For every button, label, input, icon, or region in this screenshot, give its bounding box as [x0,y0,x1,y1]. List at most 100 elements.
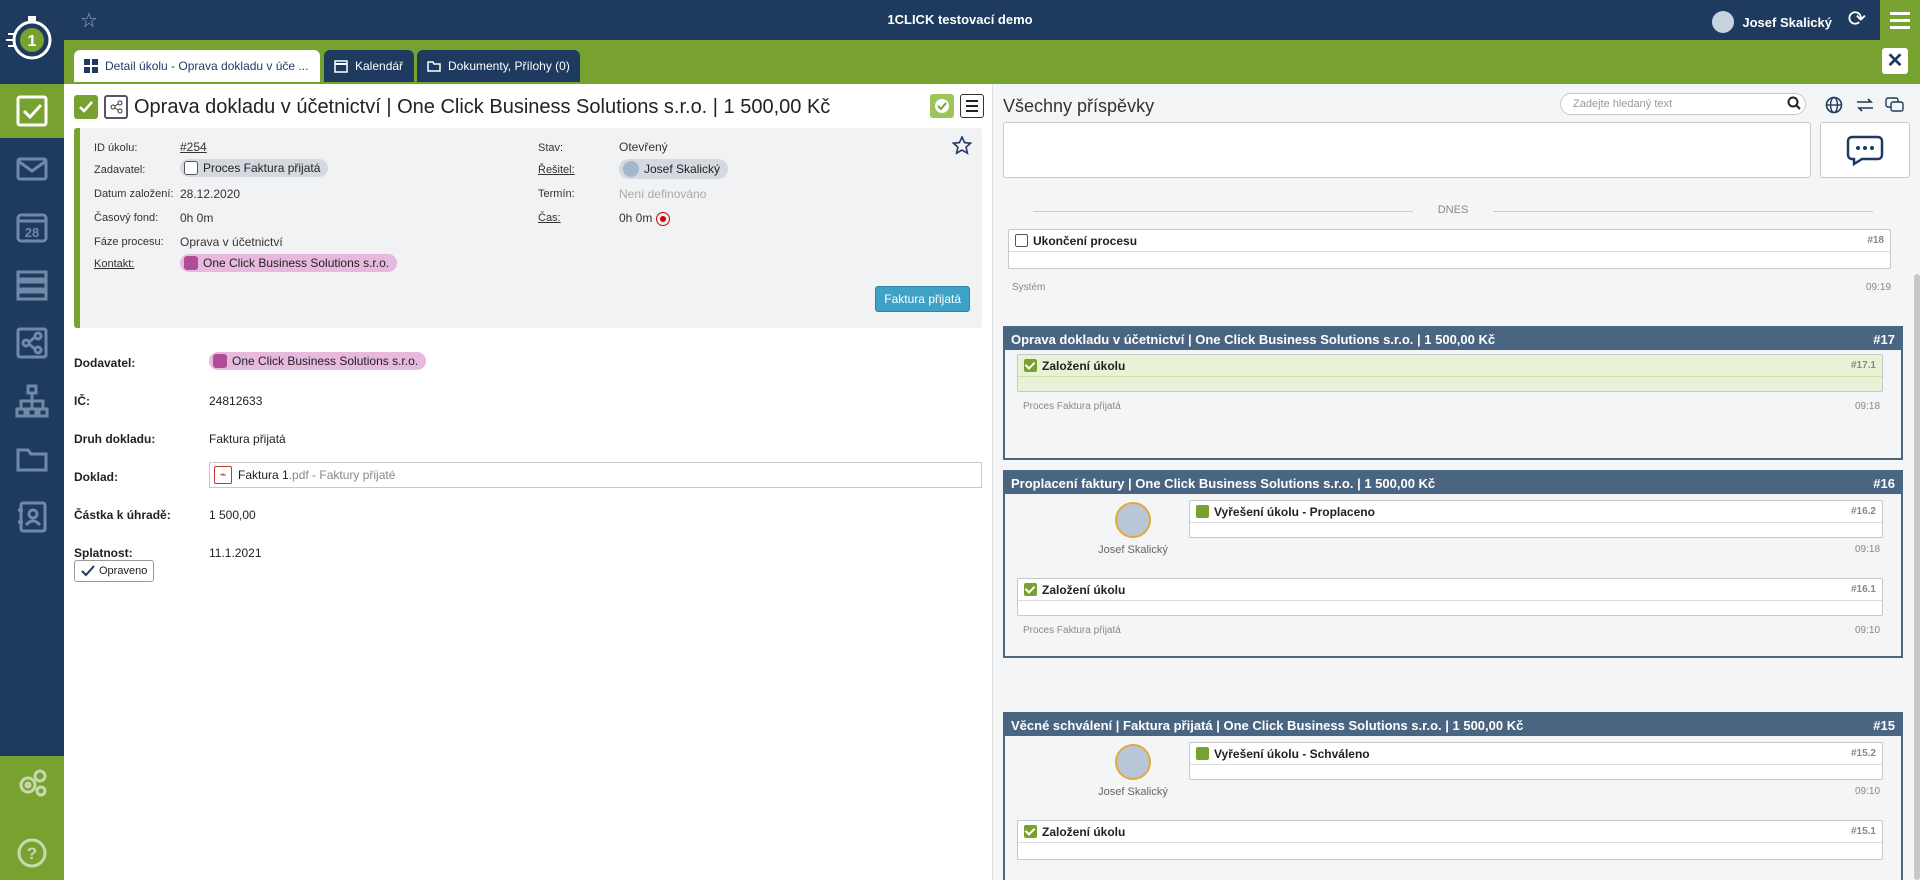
settings-icon[interactable] [0,756,64,810]
contact-card-icon [213,354,227,368]
post-textarea[interactable] [1003,122,1811,178]
check-icon [1024,825,1037,838]
label-zadavatel: Zadavatel: [94,164,146,176]
faktura-prijata-button[interactable]: Faktura přijatá [875,286,970,312]
folder-icon[interactable] [0,432,64,486]
file-ext: .pdf - Faktury přijaté [288,468,396,482]
record-icon[interactable] [655,211,670,226]
swap-icon[interactable] [1855,96,1875,114]
pdf-icon: ⌁ [214,466,232,484]
logo-icon[interactable]: 1 [0,0,64,84]
post-title: Ukončení procesu [1033,233,1138,248]
thread-16: Proplacení faktury | One Click Business … [1003,470,1903,658]
thread-title[interactable]: Oprava dokladu v účetnictví | One Click … [1011,332,1495,347]
sidebar: 28 ? [0,84,64,880]
post-number: #15.1 [1850,826,1876,837]
ic-value: 24812633 [209,394,263,408]
author-block: Josef Skalický [1093,744,1173,798]
contacts-icon[interactable] [0,490,64,544]
post-15-1[interactable]: Založení úkolu #15.1 [1017,820,1883,860]
field-label-ic: IČ: [74,394,90,408]
tasks-icon[interactable] [0,84,64,138]
post-18[interactable]: Ukončení procesu #18 [1008,229,1891,269]
check-icon [81,565,95,577]
label-fond: Časový fond: [94,212,159,224]
posts-panel: Všechny příspěvky Zadejte hledaný text D… [993,84,1920,880]
post-submit-button[interactable] [1820,122,1910,178]
status-ok-icon[interactable] [930,94,954,118]
tab-calendar[interactable]: Kalendář [324,50,414,82]
field-label-doklad: Doklad: [74,470,119,484]
page-title: Oprava dokladu v účetnictví | One Click … [134,95,831,118]
post-number: #16.1 [1850,584,1876,595]
post-17-1[interactable]: Založení úkolu #17.1 [1017,354,1883,392]
task-check-icon[interactable] [74,95,98,119]
user-menu[interactable]: Josef Skalický [1712,11,1832,33]
process-icon[interactable] [0,316,64,370]
opraveno-button[interactable]: Opraveno [74,560,155,582]
datum-value: 28.12.2020 [180,187,241,201]
post-16-1[interactable]: Založení úkolu #16.1 [1017,578,1883,616]
resitel-value: Josef Skalický [644,162,721,176]
search-icon[interactable] [1787,96,1801,110]
zadavatel-pill[interactable]: Proces Faktura přijatá [180,159,329,178]
thread-17: Oprava dokladu v účetnictví | One Click … [1003,326,1903,460]
stav-value: Otevřený [619,140,668,154]
post-time: 09:10 [1855,625,1881,636]
doklad-file[interactable]: ⌁ Faktura 1 .pdf - Faktury přijaté [209,462,982,488]
zadavatel-value: Proces Faktura přijatá [203,161,321,175]
tab-documents[interactable]: Dokumenty, Přílohy (0) [417,50,580,82]
close-icon[interactable]: ✕ [1882,48,1908,74]
thread-15: Věcné schválení | Faktura přijatá | One … [1003,712,1903,880]
avatar [1115,744,1151,780]
help-icon[interactable]: ? [0,826,64,880]
post-title: Založení úkolu [1042,358,1126,373]
tab-task-detail[interactable]: Detail úkolu - Oprava dokladu v úče ... [74,50,320,82]
star-icon[interactable] [952,136,972,156]
thumbs-up-icon [1196,747,1209,760]
kontakt-value: One Click Business Solutions s.r.o. [203,256,390,270]
calendar-icon[interactable]: 28 [0,200,64,254]
org-icon[interactable] [0,374,64,428]
faze-value: Oprava v účetnictví [180,235,283,249]
author-block: Josef Skalický [1093,502,1173,556]
user-name: Josef Skalický [1742,14,1832,30]
fond-value: 0h 0m [180,211,214,225]
thread-title[interactable]: Věcné schválení | Faktura přijatá | One … [1011,718,1523,733]
termin-value[interactable]: Není definováno [619,187,706,201]
kontakt-pill[interactable]: One Click Business Solutions s.r.o. [180,254,398,273]
globe-icon[interactable] [1825,96,1843,114]
tab-label: Detail úkolu - Oprava dokladu v úče ... [105,59,309,73]
post-15-2[interactable]: Vyřešení úkolu - Schváleno #15.2 [1189,742,1883,780]
refresh-icon[interactable]: ⟳ [1848,6,1866,32]
process-icon [1015,234,1028,247]
task-id[interactable]: #254 [180,140,207,154]
hamburger-icon[interactable] [960,94,984,118]
contact-card-icon [184,256,198,270]
post-author: Systém [1012,282,1046,293]
task-actions [930,94,984,118]
dodavatel-pill[interactable]: One Click Business Solutions s.r.o. [209,352,427,371]
sidebar-bottom: ? [0,756,64,880]
list-icon[interactable] [0,258,64,312]
file-name: Faktura 1 [238,468,289,482]
hamburger-icon[interactable] [1880,0,1920,40]
app-title: 1CLICK testovací demo [887,12,1033,27]
label-cas: Čas: [538,212,561,224]
castka-value: 1 500,00 [209,508,256,522]
mail-icon[interactable] [0,142,64,196]
post-author: Josef Skalický [1098,786,1168,798]
avatar [1115,502,1151,538]
avatar [1712,11,1735,33]
scrollbar[interactable] [1914,274,1920,880]
resitel-pill[interactable]: Josef Skalický [619,159,729,180]
svg-text:1: 1 [28,33,37,50]
thread-title[interactable]: Proplacení faktury | One Click Business … [1011,476,1435,491]
tab-bar: Detail úkolu - Oprava dokladu v úče ... … [64,40,1920,84]
post-16-2[interactable]: Vyřešení úkolu - Proplaceno #16.2 [1189,500,1883,538]
chat-icon[interactable] [1885,96,1905,114]
star-icon[interactable]: ☆ [80,8,98,33]
post-author: Josef Skalický [1098,544,1168,556]
post-title: Vyřešení úkolu - Schváleno [1214,746,1370,761]
search-input[interactable]: Zadejte hledaný text [1560,93,1806,115]
